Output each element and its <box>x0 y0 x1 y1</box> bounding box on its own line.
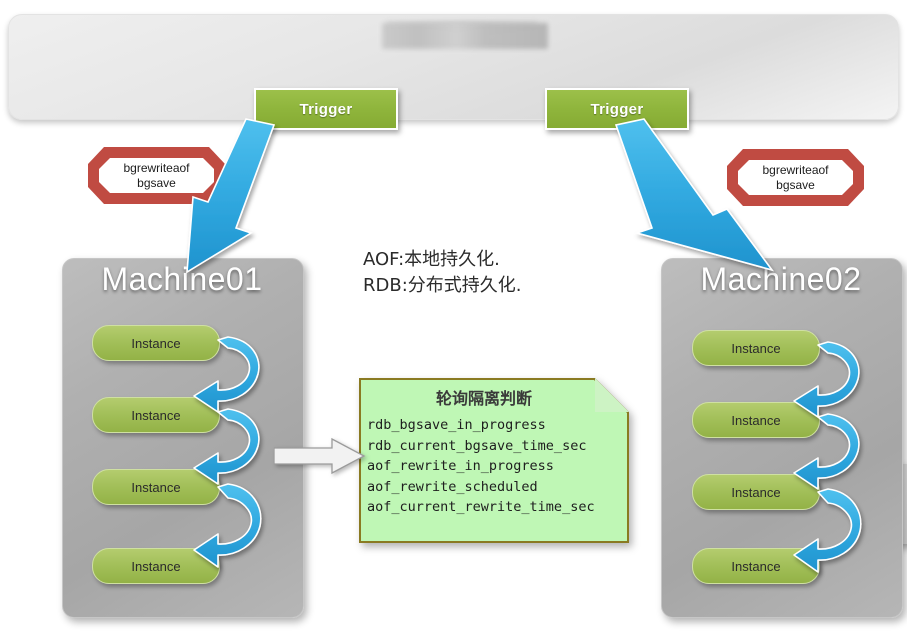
instance-label-m2-3: Instance <box>731 484 781 500</box>
instance-pill-m2-2[interactable]: Instance <box>692 402 820 438</box>
instance-label-m2-2: Instance <box>731 412 781 428</box>
callout-octagon-left: bgrewriteaof bgsave <box>88 147 225 204</box>
gray-note-text: AOF:本地持久化. RDB:分布式持久化. <box>363 247 522 299</box>
instance-label-m2-1: Instance <box>731 340 781 356</box>
instance-pill-m1-4[interactable]: Instance <box>92 548 220 584</box>
top-banner <box>8 14 899 120</box>
green-note-line-1: rdb_bgsave_in_progress <box>367 417 546 433</box>
instance-pill-m2-1[interactable]: Instance <box>692 330 820 366</box>
instance-pill-m1-1[interactable]: Instance <box>92 325 220 361</box>
block-arrow-to-green-note <box>274 437 366 475</box>
green-note-line-2: rdb_current_bgsave_time_sec <box>367 437 587 454</box>
trigger-box-right[interactable]: Trigger <box>545 88 689 130</box>
gray-note-line-2: RDB:分布式持久化. <box>363 275 522 296</box>
banner-title-redacted <box>382 23 548 49</box>
trigger-label-left: Trigger <box>299 100 353 118</box>
callout-left-line1: bgrewriteaof <box>123 160 190 175</box>
callout-right-line1: bgrewriteaof <box>762 162 829 177</box>
machine-title-02: Machine02 <box>700 261 862 297</box>
instance-label-m1-1: Instance <box>131 335 181 351</box>
green-note-lines: rdb_bgsave_in_progress rdb_current_bgsav… <box>367 415 595 518</box>
instance-label-m2-4: Instance <box>731 558 781 574</box>
callout-octagon-right-inner: bgrewriteaof bgsave <box>738 160 853 195</box>
instance-pill-m2-3[interactable]: Instance <box>692 474 820 510</box>
gray-note-line-1: AOF:本地持久化. <box>363 249 500 270</box>
machine-title-01: Machine01 <box>101 261 263 297</box>
callout-octagon-right: bgrewriteaof bgsave <box>727 149 864 206</box>
callout-right-line2: bgsave <box>776 177 815 192</box>
callout-octagon-left-inner: bgrewriteaof bgsave <box>99 158 214 193</box>
instance-pill-m1-2[interactable]: Instance <box>92 397 220 433</box>
green-note-line-3: aof_rewrite_in_progress <box>367 458 554 474</box>
instance-pill-m2-4[interactable]: Instance <box>692 548 820 584</box>
green-note-title: 轮询隔离判断 <box>435 389 532 408</box>
green-note-line-4: aof_rewrite_scheduled <box>367 478 538 495</box>
callout-left-line2: bgsave <box>137 175 176 190</box>
instance-label-m1-4: Instance <box>131 558 181 574</box>
green-note-line-5: aof_current_rewrite_time_sec <box>367 499 595 515</box>
trigger-label-right: Trigger <box>590 100 644 118</box>
instance-label-m1-2: Instance <box>131 407 181 423</box>
trigger-box-left[interactable]: Trigger <box>254 88 398 130</box>
instance-pill-m1-3[interactable]: Instance <box>92 469 220 505</box>
diagram-canvas: Trigger Trigger bgrewriteaof bgsave bgre… <box>0 0 907 638</box>
instance-label-m1-3: Instance <box>131 479 181 495</box>
